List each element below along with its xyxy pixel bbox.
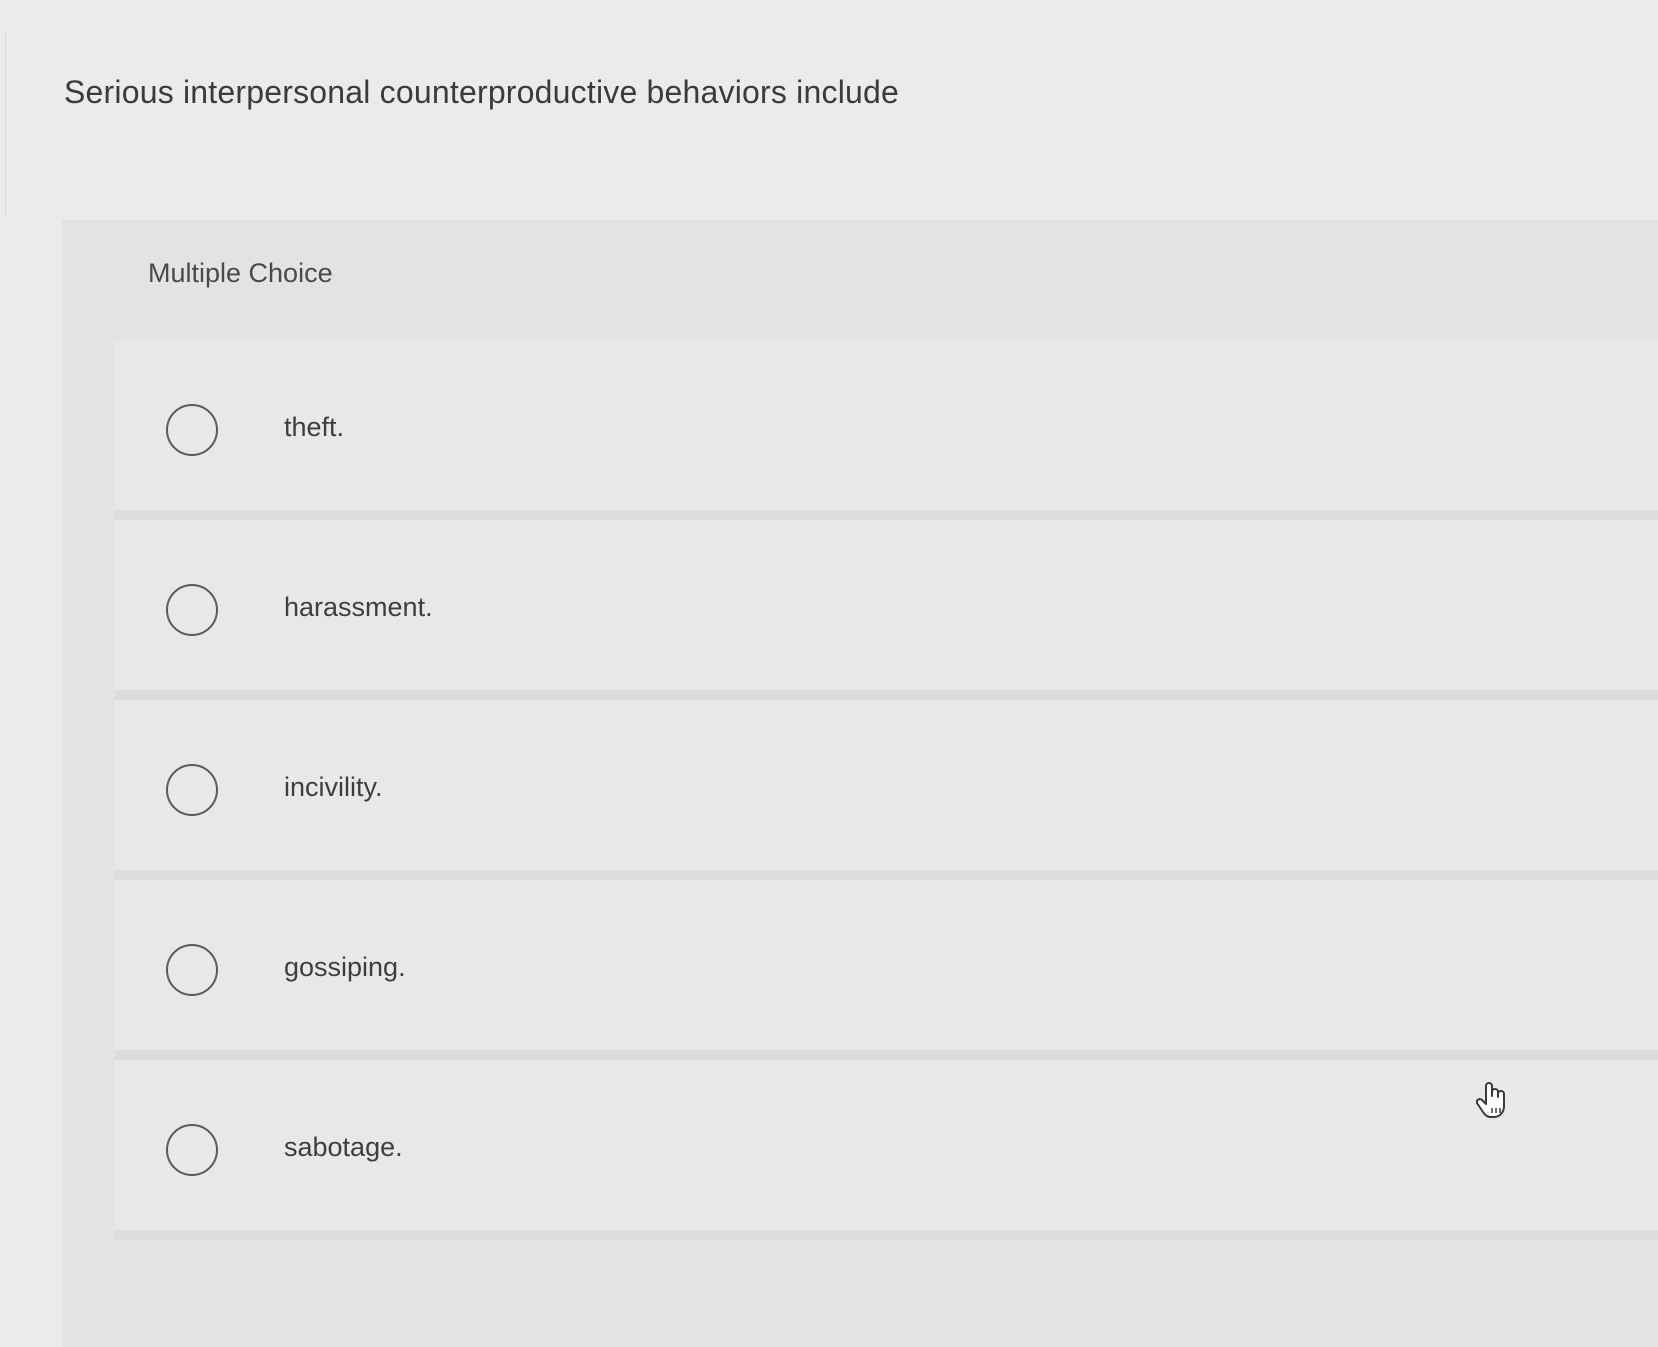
choice-label: incivility. (284, 772, 383, 802)
radio-button[interactable] (166, 764, 218, 816)
choice-option-harassment[interactable]: harassment. (114, 520, 1658, 700)
question-prompt: Serious interpersonal counterproductive … (64, 74, 899, 110)
radio-button[interactable] (166, 404, 218, 456)
choice-option-sabotage[interactable]: sabotage. (114, 1060, 1658, 1240)
radio-button[interactable] (166, 944, 218, 996)
radio-button[interactable] (166, 1124, 218, 1176)
multiple-choice-panel: Multiple Choice theft. harassment. inciv… (62, 220, 1658, 1347)
choice-option-incivility[interactable]: incivility. (114, 700, 1658, 880)
choice-label: theft. (284, 412, 345, 442)
choice-label: harassment. (284, 592, 433, 622)
radio-button[interactable] (166, 584, 218, 636)
choice-label: gossiping. (284, 952, 406, 982)
left-edge-divider (0, 30, 6, 215)
question-type-label: Multiple Choice (148, 258, 333, 288)
choice-option-gossiping[interactable]: gossiping. (114, 880, 1658, 1060)
hand-pointer-icon (1475, 1080, 1510, 1120)
choice-label: sabotage. (284, 1132, 403, 1162)
choice-option-theft[interactable]: theft. (114, 340, 1658, 520)
choice-list: theft. harassment. incivility. gossiping… (114, 340, 1658, 1240)
